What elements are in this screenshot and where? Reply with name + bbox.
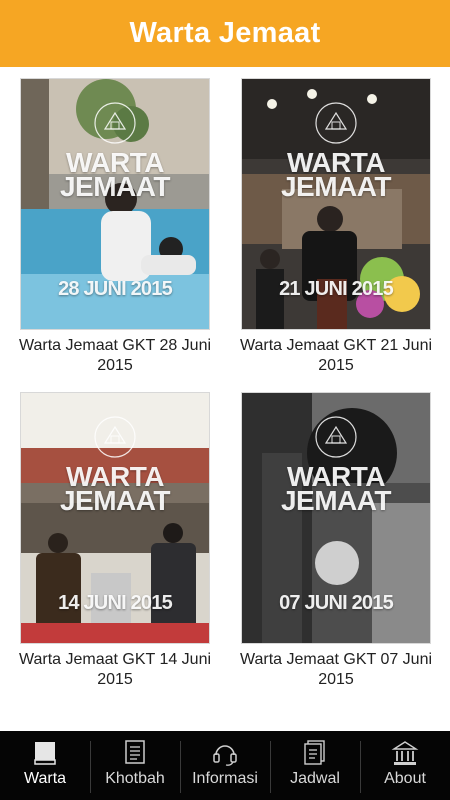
tabernakel-logo — [94, 102, 136, 144]
nav-item-about[interactable]: About — [360, 731, 450, 800]
bulletin-caption[interactable]: Warta Jemaat GKT 21 Juni 2015 — [231, 336, 441, 376]
tabernakel-logo — [315, 416, 357, 458]
nav-item-informasi[interactable]: Informasi — [180, 731, 270, 800]
schedule-icon — [304, 740, 325, 765]
tabernakel-logo — [94, 416, 136, 458]
tabernakel-logo — [315, 102, 357, 144]
bulletin-caption[interactable]: Warta Jemaat GKT 14 Juni 2015 — [10, 650, 220, 690]
bulletin-thumbnail[interactable]: WARTA JEMAAT 28 JUNI 2015 — [20, 78, 210, 330]
overlay-title: WARTA JEMAAT — [59, 461, 171, 516]
book-icon — [34, 742, 56, 765]
app-bar: Warta Jemaat — [0, 0, 450, 67]
nav-label: Jadwal — [290, 770, 340, 787]
overlay-date: 28 JUNI 2015 — [58, 278, 173, 300]
nav-label: Khotbah — [105, 770, 165, 787]
nav-label: Informasi — [192, 770, 258, 787]
bulletin-caption[interactable]: Warta Jemaat GKT 28 Juni 2015 — [10, 336, 220, 376]
overlay-title: WARTA JEMAAT — [280, 147, 392, 202]
bottom-nav: Warta Khotbah Informasi Jadwal About — [0, 731, 450, 800]
overlay-date: 07 JUNI 2015 — [279, 592, 394, 614]
overlay-title: WARTA JEMAAT — [59, 147, 171, 202]
overlay-title: WARTA JEMAAT — [280, 461, 392, 516]
nav-item-warta[interactable]: Warta — [0, 731, 90, 800]
nav-label: Warta — [23, 770, 67, 787]
overlay-date: 21 JUNI 2015 — [279, 278, 394, 300]
nav-item-khotbah[interactable]: Khotbah — [90, 731, 180, 800]
document-icon — [125, 740, 145, 764]
bulletin-thumbnail[interactable]: WARTA JEMAAT 07 JUNI 2015 — [241, 392, 431, 644]
headset-icon — [213, 745, 237, 766]
bulletin-caption[interactable]: Warta Jemaat GKT 07 Juni 2015 — [231, 650, 441, 690]
bulletin-thumbnail[interactable]: WARTA JEMAAT 14 JUNI 2015 — [20, 392, 210, 644]
overlay-date: 14 JUNI 2015 — [58, 592, 173, 614]
page-title: Warta Jemaat — [129, 17, 321, 49]
bulletin-thumbnail[interactable]: WARTA JEMAAT 21 JUNI 2015 — [241, 78, 431, 330]
nav-item-jadwal[interactable]: Jadwal — [270, 731, 360, 800]
nav-label: About — [384, 770, 426, 787]
building-icon — [391, 741, 419, 765]
